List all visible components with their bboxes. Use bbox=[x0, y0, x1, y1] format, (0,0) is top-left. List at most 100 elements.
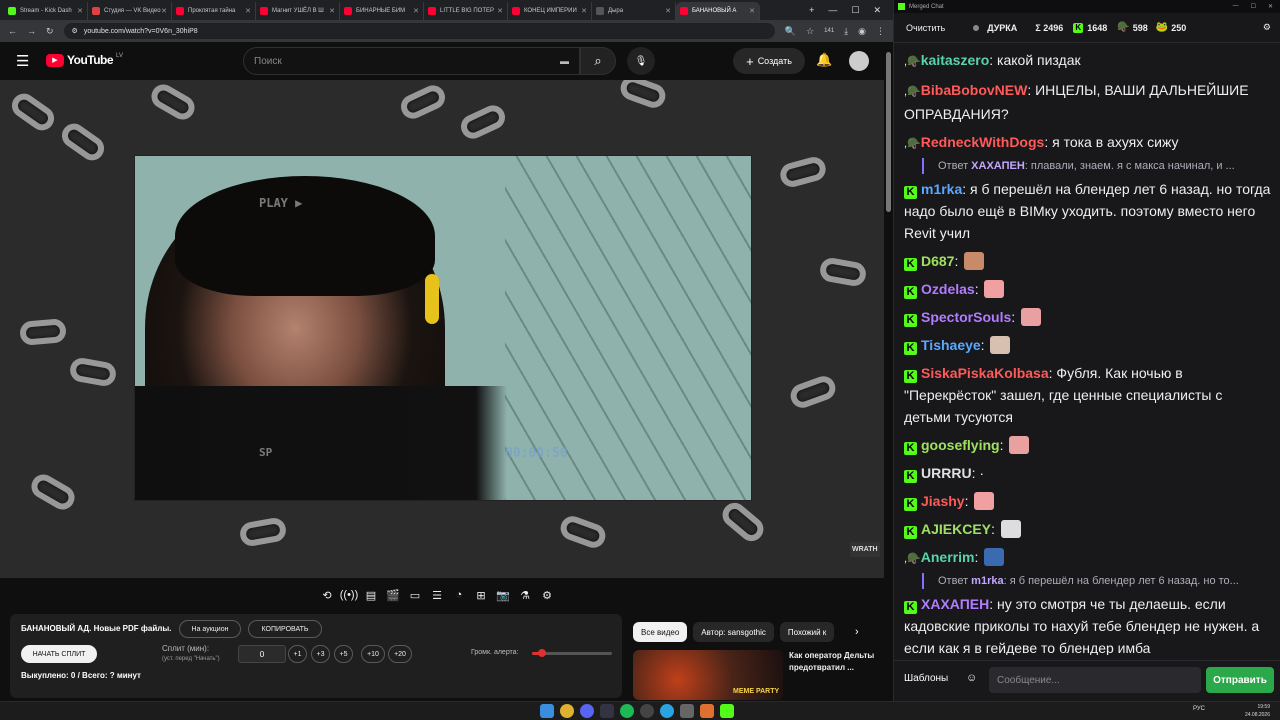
emoji-icon[interactable]: ☺ bbox=[966, 672, 977, 684]
chat-username[interactable]: Jiashy bbox=[921, 493, 965, 509]
player-control-icon[interactable]: ⚗ bbox=[517, 587, 533, 603]
chat-username[interactable]: Anerrim bbox=[921, 549, 975, 565]
settings-icon[interactable]: ⚙ bbox=[1263, 22, 1271, 33]
tab-close-icon[interactable]: ✕ bbox=[413, 7, 419, 15]
close-icon[interactable]: ✕ bbox=[1268, 3, 1273, 10]
chevron-right-icon[interactable]: › bbox=[855, 626, 859, 638]
browser-tab[interactable]: LITTLE BIG ПОТЕР ✕ bbox=[424, 2, 508, 20]
player-control-icon[interactable]: ▭ bbox=[407, 587, 423, 603]
chat-username[interactable]: m1rka bbox=[921, 181, 962, 197]
player-control-icon[interactable]: 🎬 bbox=[385, 587, 401, 603]
chat-username[interactable]: ХАХАПЕН bbox=[921, 596, 989, 612]
start-split-button[interactable]: НАЧАТЬ СПЛИТ bbox=[21, 645, 97, 663]
player-control-icon[interactable]: ◔ bbox=[451, 587, 467, 603]
tab-close-icon[interactable]: ✕ bbox=[329, 7, 335, 15]
increment-button[interactable]: +3 bbox=[311, 645, 330, 663]
increment-button[interactable]: +1 bbox=[288, 645, 307, 663]
volume-knob[interactable] bbox=[537, 649, 546, 657]
chrome-icon[interactable] bbox=[560, 704, 574, 718]
browser-tab[interactable]: Дыра ✕ bbox=[592, 2, 676, 20]
browser-tab[interactable]: Студия — VK Видео ✕ bbox=[88, 2, 172, 20]
browser-tab[interactable]: Проклятая тайна ✕ bbox=[172, 2, 256, 20]
download-icon[interactable]: ⤓ bbox=[844, 26, 848, 37]
clear-button[interactable]: Очистить bbox=[906, 23, 945, 33]
extension-icon[interactable]: 🔍 bbox=[785, 26, 796, 37]
language-indicator[interactable]: РУС bbox=[1193, 706, 1205, 712]
maximize-icon[interactable]: ☐ bbox=[851, 5, 859, 16]
app-icon[interactable] bbox=[700, 704, 714, 718]
related-tab[interactable]: Автор: sansgothic bbox=[693, 622, 774, 642]
maximize-icon[interactable]: ☐ bbox=[1251, 3, 1256, 10]
video-player[interactable]: PLAY ▶ SP 00:00:50 WRATH bbox=[0, 80, 884, 578]
youtube-logo[interactable]: ▶ YouTube LV bbox=[46, 53, 123, 67]
browser-tab[interactable]: Магнит УШЁЛ В Ш ✕ bbox=[256, 2, 340, 20]
new-tab-button[interactable]: + bbox=[809, 5, 814, 16]
minimize-icon[interactable]: — bbox=[1233, 3, 1239, 10]
increment-button[interactable]: +5 bbox=[334, 645, 353, 663]
tab-close-icon[interactable]: ✕ bbox=[77, 7, 83, 15]
chat-username[interactable]: Tishaeye bbox=[921, 337, 981, 353]
player-control-icon[interactable]: ☰ bbox=[429, 587, 445, 603]
related-tab[interactable]: Все видео bbox=[633, 622, 688, 642]
player-control-icon[interactable]: ⊞ bbox=[473, 587, 489, 603]
browser-tab[interactable]: БАНАНОВЫЙ А ✕ bbox=[676, 2, 760, 20]
keyboard-icon[interactable]: ▬ bbox=[560, 56, 569, 66]
auction-button[interactable]: На аукцион bbox=[179, 620, 241, 638]
search-input[interactable]: Поиск ▬ bbox=[243, 47, 580, 75]
search-button[interactable]: ⌕ bbox=[580, 47, 616, 75]
chat-messages[interactable]: ,🪖kaitaszero: какой пиздак ,🪖BibaBobovNEW… bbox=[894, 43, 1280, 655]
tab-close-icon[interactable]: ✕ bbox=[245, 7, 251, 15]
minimize-icon[interactable]: — bbox=[828, 5, 837, 16]
chat-username[interactable]: gooseflying bbox=[921, 437, 1000, 453]
spotify-icon[interactable] bbox=[620, 704, 634, 718]
chat-username[interactable]: URRRU bbox=[921, 465, 972, 481]
send-button[interactable]: Отправить bbox=[1206, 667, 1274, 693]
player-control-icon[interactable]: ((•)) bbox=[340, 587, 359, 603]
increment-button[interactable]: +20 bbox=[388, 645, 412, 663]
split-input[interactable]: 0 bbox=[238, 645, 286, 663]
chat-username[interactable]: RedneckWithDogs bbox=[921, 134, 1045, 150]
tab-close-icon[interactable]: ✕ bbox=[749, 7, 755, 15]
site-info-icon[interactable]: ⚙ bbox=[72, 27, 78, 35]
discord-icon[interactable] bbox=[580, 704, 594, 718]
profile-icon[interactable]: ◉ bbox=[858, 26, 866, 37]
app-icon[interactable] bbox=[680, 704, 694, 718]
browser-tab[interactable]: Stream - Kick Dash ✕ bbox=[4, 2, 88, 20]
bookmark-icon[interactable]: ☆ bbox=[806, 26, 814, 37]
voice-search-button[interactable]: 🎙 bbox=[627, 47, 655, 75]
scrollbar-thumb[interactable] bbox=[886, 52, 891, 212]
create-button[interactable]: + Создать bbox=[733, 48, 805, 74]
related-tab[interactable]: Похожий к bbox=[779, 622, 835, 642]
volume-slider[interactable] bbox=[532, 649, 612, 657]
hamburger-icon[interactable]: ☰ bbox=[16, 52, 29, 70]
app-icon[interactable] bbox=[720, 704, 734, 718]
url-field[interactable]: ⚙ youtube.com/watch?v=0V6n_30hiP8 bbox=[63, 23, 775, 39]
tab-close-icon[interactable]: ✕ bbox=[581, 7, 587, 15]
increment-button[interactable]: +10 bbox=[361, 645, 385, 663]
message-input[interactable]: Сообщение... bbox=[989, 667, 1201, 693]
menu-icon[interactable]: ⋮ bbox=[876, 26, 885, 37]
reply-quote[interactable]: Ответ m1rka: я б перешёл на блендер лет … bbox=[922, 573, 1271, 589]
clock[interactable]: 19:59 24.08.2026 bbox=[1240, 703, 1270, 719]
back-icon[interactable]: ← bbox=[8, 26, 17, 36]
forward-icon[interactable]: → bbox=[27, 26, 36, 36]
tab-close-icon[interactable]: ✕ bbox=[497, 7, 503, 15]
player-control-icon[interactable]: ⚙ bbox=[539, 587, 555, 603]
notifications-icon[interactable]: 🔔 bbox=[816, 52, 832, 68]
related-thumbnail[interactable]: MEME PARTY bbox=[633, 650, 783, 700]
player-control-icon[interactable]: ▤ bbox=[363, 587, 379, 603]
chat-username[interactable]: SiskaPiskaKolbasa bbox=[921, 365, 1049, 381]
related-title[interactable]: Как оператор Дельты предотвратил ... bbox=[789, 650, 875, 674]
chat-username[interactable]: Ozdelas bbox=[921, 281, 975, 297]
browser-tab[interactable]: КОНЕЦ ИМПЕРИИ ✕ bbox=[508, 2, 592, 20]
player-control-icon[interactable]: ⟲ bbox=[319, 587, 335, 603]
obs-icon[interactable] bbox=[640, 704, 654, 718]
player-control-icon[interactable]: 📷 bbox=[495, 587, 511, 603]
chat-username[interactable]: D687 bbox=[921, 253, 954, 269]
chat-username[interactable]: AJIEKCEY bbox=[921, 521, 991, 537]
page-scrollbar[interactable] bbox=[884, 42, 893, 701]
templates-button[interactable]: Шаблоны bbox=[904, 673, 948, 684]
steam-icon[interactable] bbox=[600, 704, 614, 718]
start-icon[interactable] bbox=[540, 704, 554, 718]
tab-close-icon[interactable]: ✕ bbox=[161, 7, 167, 15]
